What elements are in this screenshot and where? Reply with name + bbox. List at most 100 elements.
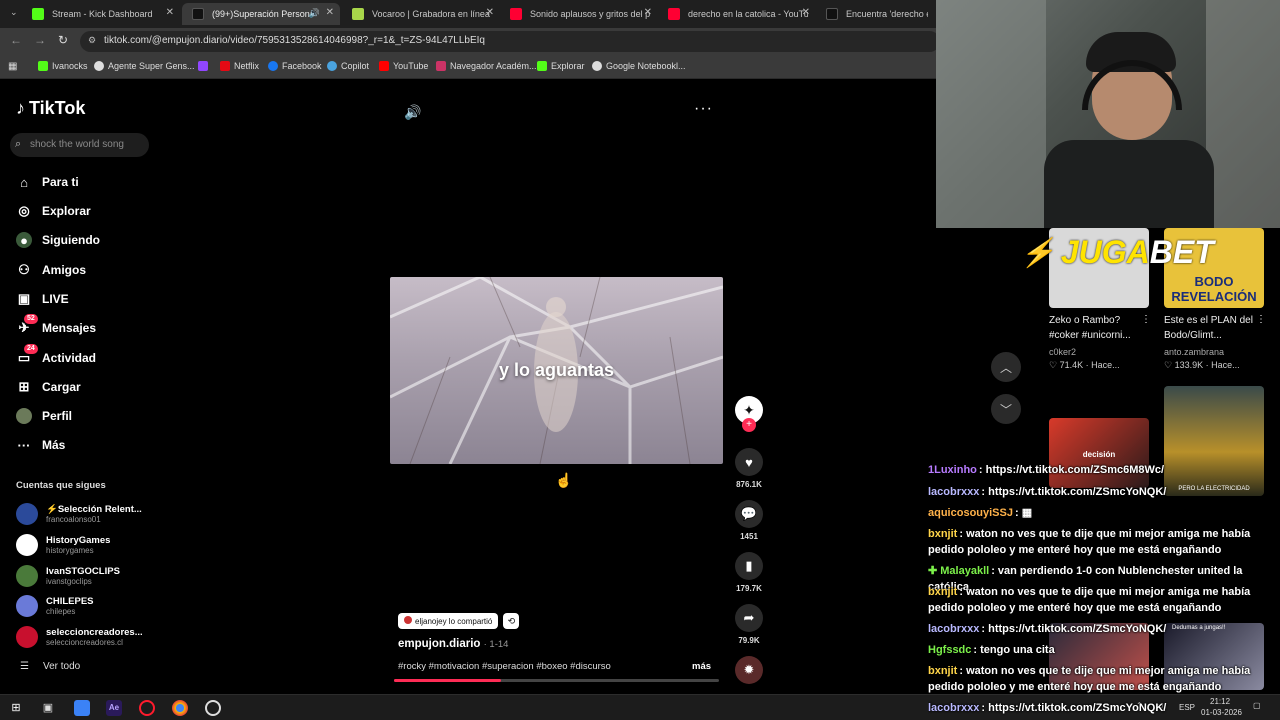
opera-icon[interactable]: [139, 700, 155, 716]
bookmark-facebook[interactable]: Facebook: [268, 61, 322, 71]
video-progress-bar[interactable]: [394, 679, 719, 682]
obs-icon[interactable]: [205, 700, 221, 716]
profile-icon: [16, 408, 32, 424]
nav-explorar[interactable]: ◎ Explorar: [16, 203, 90, 219]
youtube-favicon-icon: [510, 8, 522, 20]
close-tab-icon[interactable]: ✕: [166, 7, 174, 18]
chat-text: : https://vt.tiktok.com/ZSmcYoNQK/: [981, 623, 1167, 635]
messages-icon: ✈ 52: [16, 314, 38, 336]
after-effects-icon[interactable]: Ae: [106, 700, 122, 716]
next-video-button[interactable]: ﹀: [991, 394, 1021, 424]
apps-grid-icon[interactable]: ▦: [8, 61, 17, 72]
shared-by-row: eljanojey lo compartió ⟲: [398, 613, 520, 629]
bookmark-explorar[interactable]: Explorar: [537, 61, 585, 71]
back-arrow-icon[interactable]: ←: [10, 33, 22, 47]
nav-amigos[interactable]: ⚇ Amigos: [16, 262, 86, 278]
bookmark-copilot[interactable]: Copilot: [327, 61, 369, 71]
nav-live[interactable]: ▣ LIVE: [16, 291, 69, 307]
tab-tiktok-encuentra[interactable]: Encuentra 'derecho en la ca: [816, 3, 936, 25]
speaker-icon[interactable]: 🔊: [309, 8, 320, 19]
following-account[interactable]: IvanSTGOCLIPS ivanstgoclips: [16, 565, 146, 587]
tab-kick-dashboard[interactable]: Stream - Kick Dashboard ✕: [22, 3, 180, 25]
follow-plus-icon[interactable]: +: [742, 418, 756, 432]
repost-icon[interactable]: ⟲: [503, 613, 520, 629]
tab-youtube-derecho[interactable]: derecho en la catolica - YouTub ✕: [658, 3, 816, 25]
suggested-video-thumb[interactable]: PERO LA ELECTRICIDAD: [1164, 386, 1264, 496]
bookmark-notebooklm[interactable]: Google Notebookl...: [592, 61, 686, 71]
search-input[interactable]: ⌕ shock the world song: [10, 133, 149, 157]
nav-mensajes[interactable]: ✈ 52 Mensajes: [16, 314, 96, 336]
windows-start-icon[interactable]: ⊞: [8, 700, 24, 716]
tab-tiktok-active[interactable]: (99+)Superación Personal a 🔊 ✕: [182, 3, 340, 25]
suggested-video-title[interactable]: Este es el PLAN del Bodo/Glimt...: [1164, 313, 1264, 343]
comment-count: 1451: [740, 532, 758, 541]
shared-by-pill[interactable]: eljanojey lo compartió: [398, 613, 499, 629]
video-player[interactable]: y lo aguantas: [390, 277, 723, 464]
bookmark-navegador[interactable]: Navegador Académ...: [436, 61, 537, 71]
see-all-link[interactable]: ☰ Ver todo: [20, 661, 80, 672]
close-tab-icon[interactable]: ✕: [326, 7, 334, 18]
bookmark-twitch[interactable]: [198, 61, 208, 71]
nav-label: LIVE: [42, 292, 69, 306]
chat-message: lacobrxxx: https://vt.tiktok.com/ZSmcYoN…: [928, 484, 1278, 500]
forward-arrow-icon[interactable]: →: [34, 33, 46, 47]
suggested-video-user[interactable]: anto.zambrana: [1164, 347, 1224, 357]
chat-username: bxnjit: [928, 586, 958, 598]
following-account[interactable]: seleccioncreadores... seleccioncreadores.…: [16, 626, 146, 648]
following-account[interactable]: HistoryGames historygames: [16, 534, 146, 556]
save-button[interactable]: ▮ 179.7K: [732, 552, 766, 593]
tiktok-favicon-icon: [826, 8, 838, 20]
following-account[interactable]: CHILEPES chilepes: [16, 595, 146, 617]
share-button[interactable]: ➦ 79.9K: [732, 604, 766, 645]
music-disc-icon: ✹: [735, 656, 763, 684]
close-tab-icon[interactable]: ✕: [644, 7, 652, 18]
creator-avatar-button[interactable]: ✦ +: [732, 396, 766, 432]
see-all-label: Ver todo: [42, 661, 81, 672]
more-options-icon[interactable]: ⋮: [1141, 314, 1151, 325]
kick-icon: [38, 61, 48, 71]
tab-vocaroo[interactable]: Vocaroo | Grabadora en línea d ✕: [342, 3, 500, 25]
video-author[interactable]: empujon.diario · 1-14: [398, 638, 508, 650]
tab-search-icon[interactable]: ⌄: [10, 7, 18, 18]
volume-icon[interactable]: 🔊: [404, 104, 421, 121]
save-count: 179.7K: [736, 584, 762, 593]
more-icon: ···: [17, 437, 31, 453]
suggested-video-user[interactable]: c0ker2: [1049, 347, 1076, 357]
address-bar[interactable]: ⚙ tiktok.com/@empujon.diario/video/75953…: [80, 31, 940, 52]
bookmark-label: Ivanocks: [52, 61, 88, 71]
music-disc-button[interactable]: ✹: [732, 656, 766, 684]
bookmark-netflix[interactable]: Netflix: [220, 61, 259, 71]
like-button[interactable]: ♥ 876.1K: [732, 448, 766, 489]
streamlabs-icon[interactable]: [74, 700, 90, 716]
following-account[interactable]: ⚡Selección Relent... francoalonso01: [16, 503, 146, 525]
previous-video-button[interactable]: ︿: [991, 352, 1021, 382]
comment-button[interactable]: 💬 1451: [732, 500, 766, 541]
bookmark-ivanocks[interactable]: Ivanocks: [38, 61, 88, 71]
netflix-icon: [220, 61, 230, 71]
nav-siguiendo[interactable]: ● Siguiendo: [16, 232, 100, 248]
nav-actividad[interactable]: ▭ 24 Actividad: [16, 344, 96, 366]
tiktok-logo[interactable]: ♪ TikTok: [16, 98, 85, 119]
nav-cargar[interactable]: ⊞ Cargar: [16, 379, 81, 395]
chat-username: bxnjit: [928, 665, 958, 677]
tab-youtube-aplausos[interactable]: Sonido aplausos y gritos del pu ✕: [500, 3, 658, 25]
more-options-icon[interactable]: ···: [694, 100, 713, 118]
video-hashtags[interactable]: #rocky #motivacion #superacion #boxeo #d…: [398, 661, 611, 672]
more-options-icon[interactable]: ⋮: [1256, 314, 1266, 325]
chrome-icon[interactable]: [172, 700, 188, 716]
close-tab-icon[interactable]: ✕: [802, 7, 810, 18]
task-view-icon[interactable]: ▣: [40, 700, 56, 716]
chat-text: : https://vt.tiktok.com/ZSmcYoNQK/: [981, 486, 1167, 498]
reload-icon[interactable]: ↻: [58, 33, 68, 47]
chat-username: 1Luxinho: [928, 464, 977, 476]
site-info-icon[interactable]: ⚙: [88, 35, 96, 46]
nav-perfil[interactable]: Perfil: [16, 408, 72, 424]
more-description-button[interactable]: más: [692, 661, 711, 672]
avatar: [16, 626, 38, 648]
bookmark-agente[interactable]: Agente Super Gens...: [94, 61, 195, 71]
nav-para-ti[interactable]: ⌂ Para ti: [16, 174, 79, 190]
bookmark-youtube[interactable]: YouTube: [379, 61, 428, 71]
nav-mas[interactable]: ··· Más: [16, 437, 66, 453]
close-tab-icon[interactable]: ✕: [486, 7, 494, 18]
suggested-video-title[interactable]: Zeko o Rambo? #coker #unicorni...: [1049, 313, 1149, 343]
